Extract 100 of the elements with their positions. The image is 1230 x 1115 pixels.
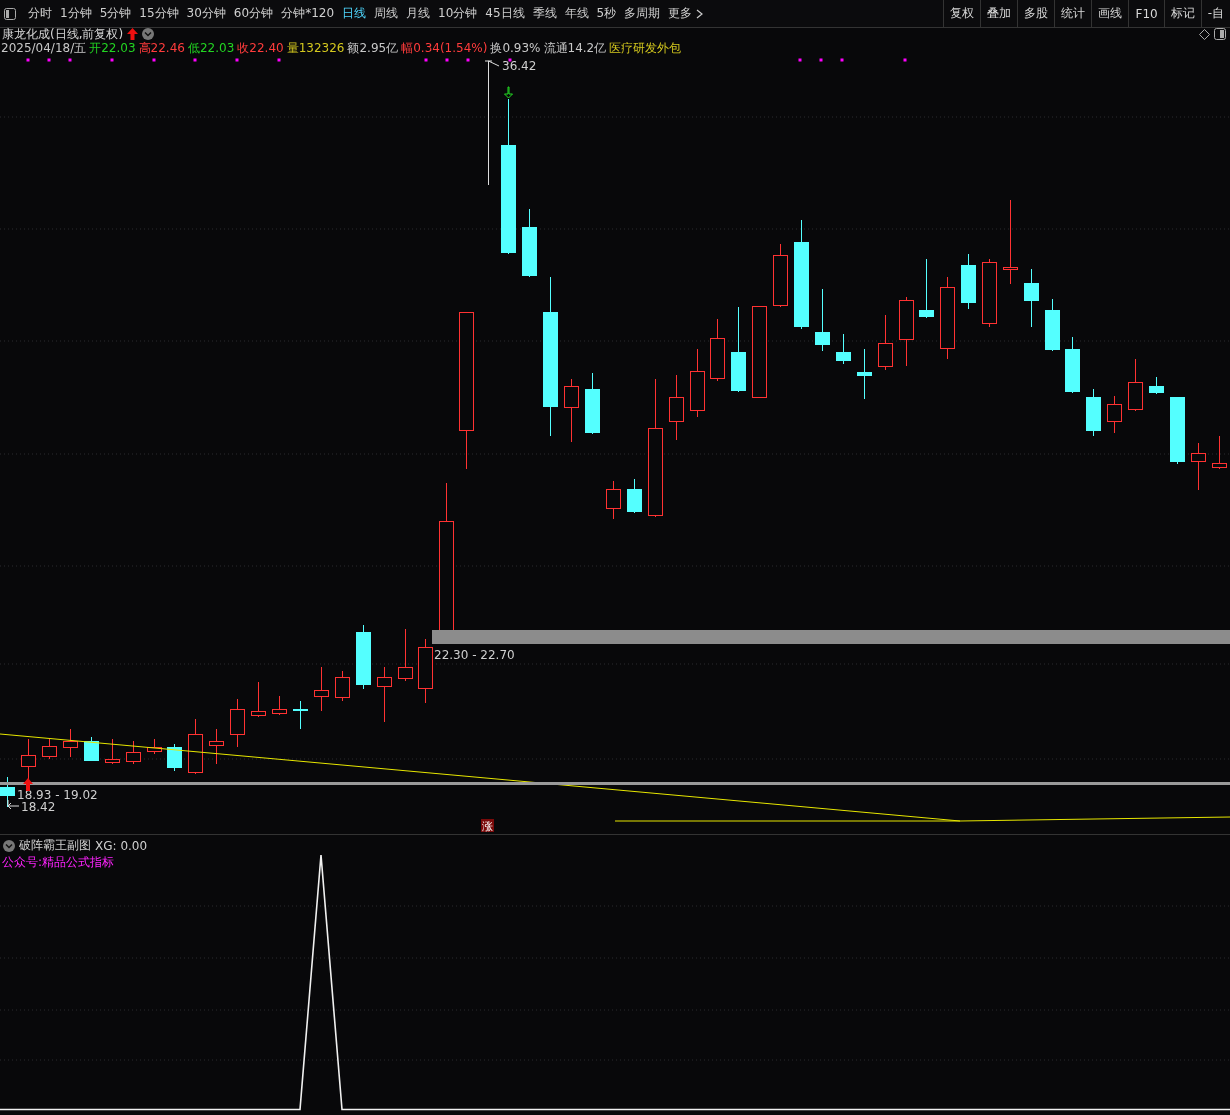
candle <box>230 698 245 748</box>
quote-field: 量132326 <box>286 39 345 57</box>
quote-field: 开22.03 <box>89 39 136 57</box>
indicator-title: 破阵霸王副图 <box>19 837 91 854</box>
period-tab[interactable]: 10分钟 <box>434 5 482 22</box>
toolbar-button[interactable]: 多股 <box>1017 0 1055 27</box>
candle <box>272 695 287 716</box>
toolbar-button[interactable]: 标记 <box>1163 0 1201 27</box>
candle <box>1045 298 1060 352</box>
candle <box>627 478 642 514</box>
period-tab[interactable]: 季线 <box>528 5 561 22</box>
panel-toggle-icon[interactable] <box>1214 28 1226 40</box>
candle <box>1024 268 1039 328</box>
candle <box>418 638 433 704</box>
candle <box>84 736 99 762</box>
candle <box>377 666 392 723</box>
toolbar-button[interactable]: 画线 <box>1091 0 1129 27</box>
candle <box>1170 396 1185 465</box>
period-tab[interactable]: 日线 <box>338 5 371 22</box>
toolbar-button[interactable]: 统计 <box>1054 0 1092 27</box>
collapse-icon[interactable] <box>3 839 15 852</box>
candle <box>1191 442 1206 491</box>
candle <box>1149 376 1164 395</box>
candle <box>1107 395 1122 434</box>
quote-field: 收22.40 <box>237 39 284 57</box>
down-arrow-icon <box>504 86 513 99</box>
period-tab[interactable]: 15分钟 <box>135 5 183 22</box>
candle <box>669 374 684 441</box>
candle <box>878 314 893 371</box>
quote-field: 换0.93% <box>490 39 541 57</box>
quote-field: 高22.46 <box>138 39 185 57</box>
candle <box>1128 358 1143 412</box>
more-button[interactable]: 更多 <box>664 5 708 22</box>
stock-title: 康龙化成(日线,前复权) <box>2 25 124 42</box>
rise-badge: 涨 <box>481 819 494 832</box>
candle <box>335 670 350 702</box>
period-tab[interactable]: 周线 <box>370 5 403 22</box>
candle <box>1086 388 1101 437</box>
period-tab[interactable]: 5秒 <box>592 5 621 22</box>
quote-field: 医疗研发外包 <box>609 39 682 57</box>
period-tab[interactable]: 分时 <box>24 5 56 22</box>
quote-field: 流通14.2亿 <box>543 39 607 57</box>
zone-price-label: 22.30 - 22.70 <box>434 648 515 662</box>
candle <box>564 378 579 443</box>
diamond-icon[interactable] <box>1199 28 1210 40</box>
period-tab[interactable]: 30分钟 <box>182 5 230 22</box>
quote-field: 额2.95亿 <box>347 39 399 57</box>
candle <box>1212 435 1227 470</box>
candle <box>167 743 182 772</box>
candle <box>42 738 57 760</box>
toolbar-button[interactable]: 复权 <box>943 0 981 27</box>
candle <box>585 372 600 435</box>
period-tab[interactable]: 年线 <box>560 5 593 22</box>
candle <box>126 740 141 765</box>
candle <box>899 296 914 367</box>
low-marker-arrow <box>7 799 20 810</box>
candle <box>836 333 851 365</box>
candle <box>251 681 266 718</box>
candle <box>105 738 120 765</box>
sidebar-toggle-icon[interactable] <box>4 7 16 20</box>
candle <box>982 258 997 328</box>
candle <box>961 253 976 310</box>
dropdown-icon[interactable] <box>142 28 155 40</box>
candle <box>1065 336 1080 394</box>
candle <box>147 738 162 755</box>
candle <box>690 348 705 418</box>
toolbar-button[interactable]: 叠加 <box>980 0 1018 27</box>
period-tab[interactable]: 1分钟 <box>56 5 96 22</box>
candle <box>773 243 788 308</box>
candle <box>209 728 224 765</box>
candle <box>815 288 830 352</box>
quote-field: 幅0.34(1.54%) <box>401 39 488 57</box>
candle <box>919 258 934 319</box>
candle <box>356 624 371 690</box>
candle <box>522 208 537 278</box>
period-tab[interactable]: 分钟*120 <box>277 5 339 22</box>
period-tab[interactable]: 60分钟 <box>229 5 278 22</box>
period-tab[interactable]: 45日线 <box>481 5 529 22</box>
candle <box>293 700 308 730</box>
candle <box>857 348 872 400</box>
candle <box>398 628 413 682</box>
zone-price-label: 18.93 - 19.02 <box>17 788 98 802</box>
period-tab[interactable]: 月线 <box>402 5 435 22</box>
high-price-label: 36.42 <box>502 59 537 73</box>
toolbar-button[interactable]: F10 <box>1128 0 1164 27</box>
candle <box>710 318 725 382</box>
quote-field: 低22.03 <box>187 39 235 57</box>
indicator-value: XG: 0.00 <box>95 838 148 853</box>
quote-field: 2025/04/18/五 <box>1 39 87 57</box>
period-tab[interactable]: 多周期 <box>620 5 665 22</box>
chevron-right-icon <box>696 8 704 19</box>
low-price-label: 18.42 <box>21 800 56 814</box>
candle <box>63 728 78 758</box>
candle <box>314 666 329 712</box>
candle <box>188 718 203 775</box>
candle <box>606 480 621 520</box>
up-arrow-icon <box>23 778 33 791</box>
toolbar-button[interactable]: -自 <box>1200 0 1230 27</box>
up-arrow-icon <box>127 28 139 40</box>
period-tab[interactable]: 5分钟 <box>95 5 136 22</box>
